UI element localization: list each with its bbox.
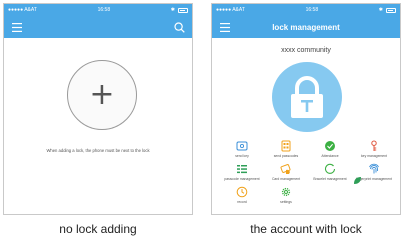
menu-settings[interactable]: settings xyxy=(264,186,308,204)
clock-label: 16:58 xyxy=(305,7,319,13)
bracelet-management-icon xyxy=(324,163,336,174)
menu-label: settings xyxy=(280,200,292,204)
add-lock-hint: When adding a lock, the phone must be ne… xyxy=(46,148,150,153)
menu-label: key management xyxy=(360,154,387,158)
search-icon[interactable] xyxy=(172,20,186,34)
menu-send-passcodes[interactable]: send passcodes xyxy=(264,140,308,158)
menu-label: passcode management xyxy=(224,177,260,181)
menu-label: send passcodes xyxy=(273,154,299,158)
community-name: xxxx community xyxy=(281,47,331,54)
status-bar: ●●●●● A&AT 16:58 ✱ xyxy=(212,4,400,16)
no-lock-screen: ●●●●● A&AT 16:58 ✱ + When adding a lock,… xyxy=(3,3,193,215)
key-management-icon xyxy=(371,140,377,151)
lock-management-screen: ●●●●● A&AT 16:58 ✱ lock management xxxx … xyxy=(211,3,401,215)
caption-no-lock: no lock adding xyxy=(59,222,137,236)
menu-passcode-management[interactable]: passcode management xyxy=(220,163,264,181)
menu-card-management[interactable]: Card management xyxy=(264,163,308,181)
menu-record[interactable]: record xyxy=(220,186,264,204)
function-grid: send key send passcodes Attendance key m… xyxy=(220,140,396,204)
menu-label: Attendance xyxy=(321,154,339,158)
carrier-label: ●●●●● A&AT xyxy=(8,7,37,13)
menu-attendance[interactable]: Attendance xyxy=(308,140,352,158)
fingerprint-icon xyxy=(369,163,379,174)
menu-label: record xyxy=(237,200,247,204)
bluetooth-icon: ✱ xyxy=(378,7,383,13)
clock-label: 16:58 xyxy=(97,7,111,13)
page-title: lock management xyxy=(272,22,340,32)
menu-label: Bracelet management xyxy=(313,177,347,181)
caption-with-lock: the account with lock xyxy=(250,222,362,236)
bluetooth-icon: ✱ xyxy=(170,7,175,13)
battery-icon xyxy=(386,7,396,13)
menu-label: send key xyxy=(235,154,249,158)
menu-send-key[interactable]: send key xyxy=(220,140,264,158)
battery-icon xyxy=(178,7,188,13)
status-icons: ✱ xyxy=(379,7,396,13)
lock-button[interactable] xyxy=(272,62,342,132)
menu-icon[interactable] xyxy=(218,20,232,34)
attendance-icon xyxy=(325,141,335,151)
nav-bar xyxy=(4,16,192,38)
add-lock-button[interactable]: + xyxy=(67,60,137,130)
padlock-icon xyxy=(291,76,323,118)
passcode-management-icon xyxy=(237,165,247,174)
menu-icon[interactable] xyxy=(10,20,24,34)
send-key-icon xyxy=(236,141,248,151)
plus-icon: + xyxy=(89,77,115,112)
send-passcodes-icon xyxy=(281,140,291,152)
settings-icon xyxy=(281,187,291,197)
status-icons: ✱ xyxy=(171,7,188,13)
nav-bar: lock management xyxy=(212,16,400,38)
menu-key-management[interactable]: key management xyxy=(352,140,396,158)
status-bar: ●●●●● A&AT 16:58 ✱ xyxy=(4,4,192,16)
menu-bracelet-management[interactable]: Bracelet management xyxy=(308,163,352,181)
menu-label: Card management xyxy=(271,177,301,181)
carrier-label: ●●●●● A&AT xyxy=(216,7,245,13)
record-icon xyxy=(236,186,248,198)
card-management-icon xyxy=(280,164,291,174)
leaf-icon xyxy=(354,177,361,184)
